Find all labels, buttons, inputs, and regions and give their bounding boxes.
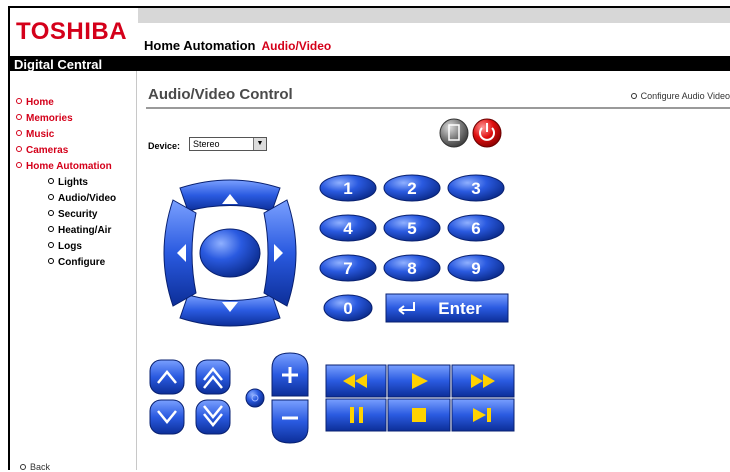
menu-button[interactable] [439, 118, 469, 148]
key-2-button[interactable]: 2 [383, 174, 441, 202]
back-link-label: Back [30, 462, 51, 472]
bullet-icon [20, 463, 26, 470]
skip-button[interactable] [451, 398, 515, 432]
dpad [163, 179, 297, 327]
key-3-button[interactable]: 3 [447, 174, 505, 202]
key-6-button[interactable]: 6 [447, 214, 505, 242]
key-1-label: 1 [343, 179, 352, 198]
dpad-left-button[interactable] [163, 199, 197, 307]
remote-controls: 1 2 3 4 5 6 7 8 9 0 Enter [149, 118, 515, 444]
page-down-button[interactable] [195, 399, 231, 435]
enter-button[interactable]: Enter [385, 293, 509, 323]
key-3-label: 3 [471, 179, 480, 198]
channel-volume-controls [149, 352, 309, 444]
key-0-label: 0 [343, 299, 352, 318]
key-7-label: 7 [343, 259, 352, 278]
stop-button[interactable] [387, 398, 451, 432]
key-7-button[interactable]: 7 [319, 254, 377, 282]
key-2-label: 2 [407, 179, 416, 198]
key-4-label: 4 [343, 219, 353, 238]
key-5-button[interactable]: 5 [383, 214, 441, 242]
key-8-label: 8 [407, 259, 416, 278]
pause-button[interactable] [325, 398, 387, 432]
channel-down-button[interactable] [149, 399, 185, 435]
transport-controls [325, 364, 515, 432]
key-8-button[interactable]: 8 [383, 254, 441, 282]
rewind-button[interactable] [325, 364, 387, 398]
key-1-button[interactable]: 1 [319, 174, 377, 202]
key-4-button[interactable]: 4 [319, 214, 377, 242]
enter-label: Enter [438, 299, 482, 318]
app-frame: TOSHIBA Home Automation Audio/Video Digit… [8, 6, 730, 472]
page-up-button[interactable] [195, 359, 231, 395]
volume-up-button[interactable] [271, 352, 309, 397]
power-button[interactable] [472, 118, 502, 148]
back-link[interactable]: Back [20, 462, 50, 472]
key-5-label: 5 [407, 219, 416, 238]
key-6-label: 6 [471, 219, 480, 238]
mute-button[interactable] [245, 388, 265, 408]
volume-down-button[interactable] [271, 399, 309, 444]
fast-forward-button[interactable] [451, 364, 515, 398]
key-0-button[interactable]: 0 [323, 294, 373, 322]
dpad-down-button[interactable] [179, 294, 281, 327]
dpad-up-button[interactable] [179, 179, 281, 212]
channel-up-button[interactable] [149, 359, 185, 395]
dpad-select-button[interactable] [199, 228, 261, 278]
numeric-keypad: 1 2 3 4 5 6 7 8 9 0 Enter [319, 174, 509, 323]
stop-icon [412, 408, 426, 422]
play-button[interactable] [387, 364, 451, 398]
key-9-label: 9 [471, 259, 480, 278]
dpad-right-button[interactable] [263, 199, 297, 307]
key-9-button[interactable]: 9 [447, 254, 505, 282]
